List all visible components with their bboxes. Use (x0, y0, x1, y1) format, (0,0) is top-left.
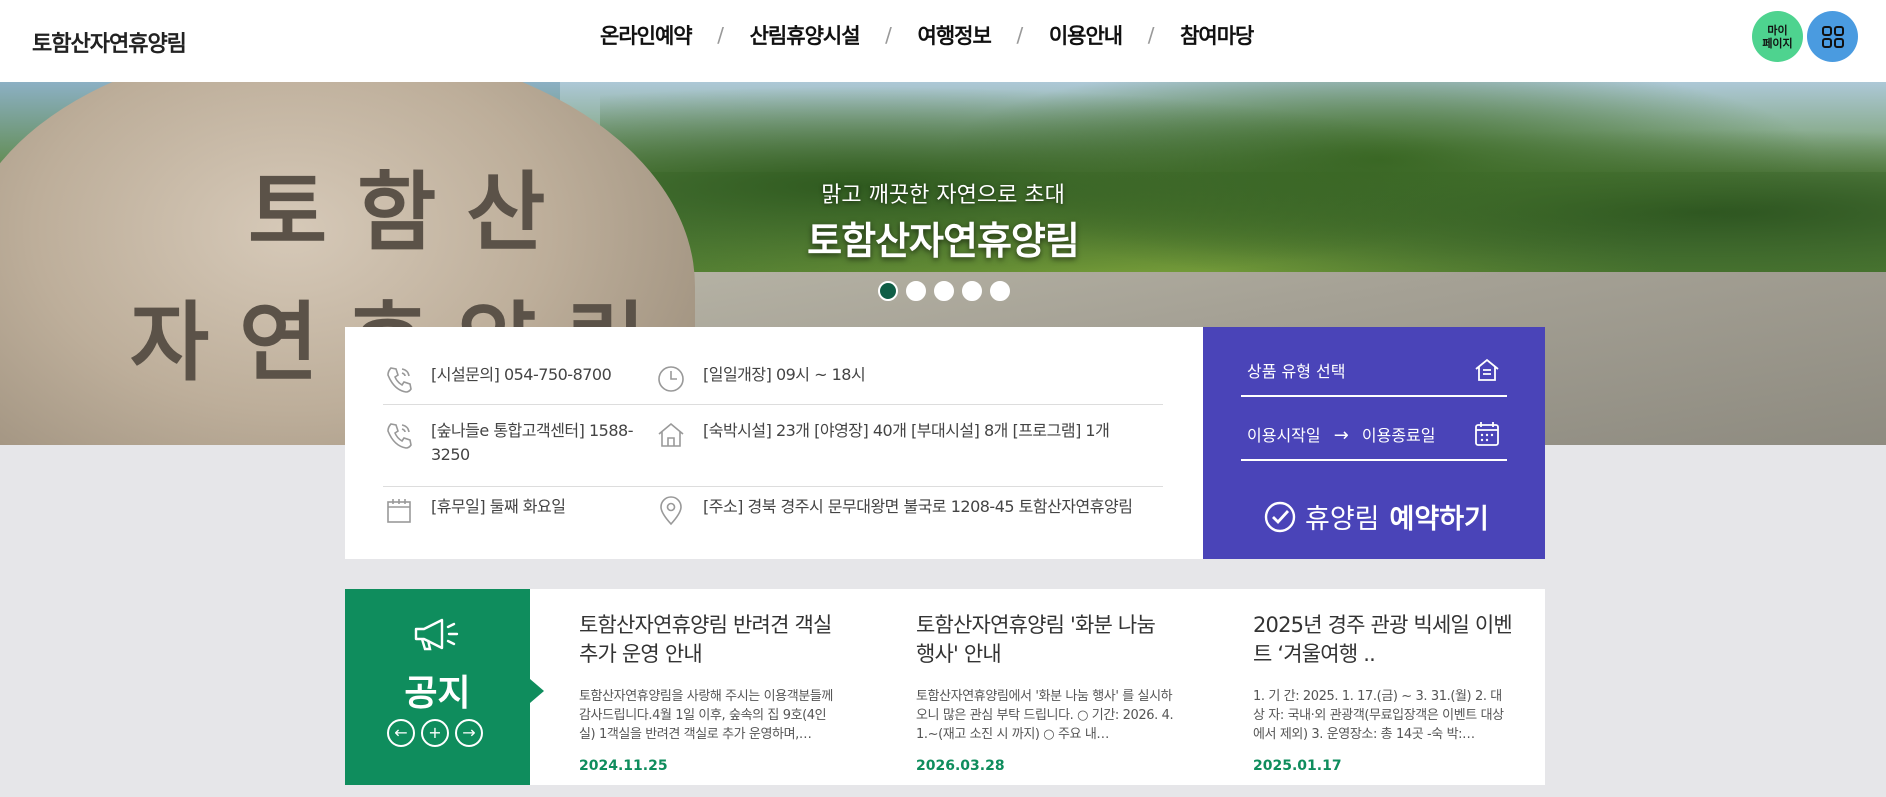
main-nav: 온라인예약 / 산림휴양시설 / 여행정보 / 이용안내 / 참여마당 (600, 20, 1254, 50)
slide-dot-4[interactable] (962, 281, 982, 301)
slide-dot-1[interactable] (878, 281, 898, 301)
slide-pagination (878, 281, 1010, 301)
info-facilities: [숙박시설] 23개 [야영장] 40개 [부대시설] 8개 [프로그램] 1개 (655, 419, 1155, 451)
notice-post-body: 1. 기 간: 2025. 1. 17.(금) ~ 3. 31.(월) 2. 대… (1253, 689, 1504, 742)
product-type-select[interactable]: 상품 유형 선택 (1241, 345, 1507, 397)
facility-info-panel: [시설문의] 054-750-8700 [일일개장] 09시 ~ 18시 [숲나… (345, 327, 1203, 559)
info-closed: [휴무일] 둘째 화요일 (383, 495, 653, 527)
hero-subtitle: 맑고 깨끗한 자연으로 초대 (821, 183, 1065, 208)
notice-post-title[interactable]: 토함산자연휴양림 반려견 객실 추가 운영 안내 (579, 611, 839, 669)
info-phone: [시설문의] 054-750-8700 (383, 363, 653, 395)
date-start-label: 이용시작일 (1247, 426, 1321, 445)
notice-post[interactable]: 토함산자연휴양림 반려견 객실 추가 운영 안내 토함산자연휴양림을 사랑해 주… (579, 611, 839, 774)
nav-community[interactable]: 참여마당 (1180, 20, 1254, 50)
nav-travel-info[interactable]: 여행정보 (918, 20, 992, 50)
notice-tag-pointer (530, 679, 544, 703)
nav-separator: / (1016, 23, 1024, 47)
notice-post[interactable]: 토함산자연휴양림 '화분 나눔 행사' 안내 토함산자연휴양림에서 '화분 나눔… (916, 611, 1176, 774)
product-type-label: 상품 유형 선택 (1247, 362, 1346, 381)
date-end-label: 이용종료일 (1361, 426, 1436, 445)
slide-dot-5[interactable] (990, 281, 1010, 301)
grid-icon (1821, 25, 1844, 48)
nav-separator: / (1147, 23, 1155, 47)
notice-next-button[interactable]: → (455, 719, 483, 747)
location-pin-icon (660, 496, 682, 526)
notice-post-date: 2026.03.28 (916, 758, 1005, 774)
phone-text: [시설문의] 054-750-8700 (431, 365, 612, 384)
notice-more-button[interactable]: + (421, 719, 449, 747)
site-header: 토함산자연휴양림 온라인예약 / 산림휴양시설 / 여행정보 / 이용안내 / … (0, 0, 1886, 82)
mypage-button[interactable]: 마이 페이지 (1752, 11, 1803, 62)
site-logo[interactable]: 토함산자연휴양림 (32, 26, 187, 58)
calendar-icon (387, 499, 411, 523)
notice-post-body: 토함산자연휴양림에서 '화분 나눔 행사' 를 실시하오니 많은 관심 부탁 드… (916, 689, 1174, 742)
nav-usage-guide[interactable]: 이용안내 (1049, 20, 1123, 50)
reserve-prefix: 휴양림 (1305, 504, 1380, 535)
house-icon (658, 422, 684, 447)
house-list-icon (1475, 358, 1499, 381)
megaphone-icon (414, 618, 459, 651)
closed-text: [휴무일] 둘째 화요일 (431, 497, 566, 516)
reserve-label: 예약하기 (1389, 504, 1489, 535)
nav-forest-facilities[interactable]: 산림휴양시설 (750, 20, 861, 50)
info-callcenter: [숲나들e 통합고객센터] 1588-3250 (383, 419, 653, 467)
clock-icon (658, 366, 684, 392)
notice-title: 공지 (404, 673, 471, 714)
booking-panel: 상품 유형 선택 이용시작일 → 이용종료일 휴양림 예약하기 (1203, 327, 1545, 559)
facilities-text: [숙박시설] 23개 [야영장] 40개 [부대시설] 8개 [프로그램] 1개 (703, 421, 1110, 440)
hours-text: [일일개장] 09시 ~ 18시 (703, 365, 866, 384)
info-hours: [일일개장] 09시 ~ 18시 (655, 363, 1155, 395)
check-circle-icon (1264, 501, 1296, 532)
notice-post-title[interactable]: 토함산자연휴양림 '화분 나눔 행사' 안내 (916, 611, 1176, 669)
date-range-label: 이용시작일 → 이용종료일 (1247, 422, 1436, 446)
notice-tag: 공지 ← + → (345, 589, 544, 785)
all-menu-button[interactable] (1807, 11, 1858, 62)
mypage-label: 마이 페이지 (1762, 23, 1793, 50)
notice-post-date: 2025.01.17 (1253, 758, 1342, 774)
notice-post-title[interactable]: 2025년 경주 관광 빅세일 이벤트 ‘겨울여행 .. (1253, 611, 1513, 669)
notice-section: 공지 ← + → 토함산자연휴양림 반려견 객실 추가 운영 안내 토함산자연휴… (345, 589, 1545, 785)
nav-separator: / (885, 23, 892, 47)
nav-separator: / (717, 23, 724, 47)
date-range-picker[interactable]: 이용시작일 → 이용종료일 (1241, 409, 1507, 461)
hero-title: 토함산자연휴양림 (807, 219, 1080, 263)
notice-post[interactable]: 2025년 경주 관광 빅세일 이벤트 ‘겨울여행 .. 1. 기 간: 202… (1253, 611, 1513, 774)
phone-icon (387, 367, 412, 393)
address-text: [주소] 경북 경주시 문무대왕면 불국로 1208-45 토함산자연휴양림 (703, 497, 1133, 516)
nav-online-reservation[interactable]: 온라인예약 (600, 20, 693, 50)
slide-dot-2[interactable] (906, 281, 926, 301)
calendar-icon (1475, 422, 1499, 446)
info-address: [주소] 경북 경주시 문무대왕면 불국로 1208-45 토함산자연휴양림 (655, 495, 1175, 527)
notice-prev-button[interactable]: ← (387, 719, 415, 747)
callcenter-text: [숲나들e 통합고객센터] 1588-3250 (431, 421, 633, 464)
phone-icon (387, 423, 412, 449)
slide-dot-3[interactable] (934, 281, 954, 301)
notice-controls: ← + → (387, 719, 483, 747)
notice-post-body: 토함산자연휴양림을 사랑해 주시는 이용객분들께 감사드립니다.4월 1일 이후… (579, 689, 833, 742)
date-arrow: → (1333, 425, 1349, 446)
reserve-button[interactable]: 휴양림 예약하기 (1263, 497, 1489, 536)
notice-post-date: 2024.11.25 (579, 758, 668, 774)
